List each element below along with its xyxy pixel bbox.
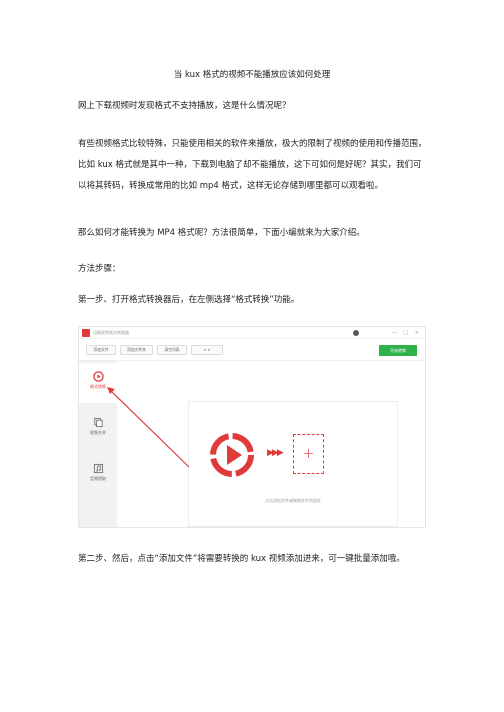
plus-icon: + <box>302 446 315 462</box>
app-titlebar: 迅捷视频格式转换器 — □ × <box>79 327 425 339</box>
sidebar-item-label: 格式转换 <box>90 384 106 389</box>
add-folder-button[interactable]: 添加文件夹 <box>120 345 153 355</box>
app-sidebar: 格式转换 视频合并 音频提取 <box>79 361 117 527</box>
document-page: 当 kux 格式的视频不能播放应该如何处理 网上下载视频时发现格式不支持播放，这… <box>0 0 504 712</box>
close-button[interactable]: × <box>415 329 419 337</box>
sidebar-item-format-convert[interactable]: 格式转换 <box>79 363 117 403</box>
doc-title: 当 kux 格式的视频不能播放应该如何处理 <box>173 70 331 80</box>
sort-button[interactable]: ∧ ∨ <box>191 345 223 355</box>
paragraph-2: 有些视频格式比较特殊，只能使用相关的软件来播放，极大的限制了视频的使用和传播范围… <box>78 139 427 191</box>
app-screenshot: 迅捷视频格式转换器 — □ × 添加文件 添加文件夹 清空列表 ∧ ∨ 开始转换… <box>78 326 426 528</box>
dropzone-hint: 点击添加文件或拖拽文件到此处 <box>265 498 321 503</box>
paragraph-5: 第一步、打开格式转换器后，在左侧选择“格式转换”功能。 <box>78 295 300 305</box>
file-dropzone[interactable]: ▶▶▶ + 点击添加文件或拖拽文件到此处 <box>188 401 398 527</box>
paragraph-3: 那么如何才能转换为 MP4 格式呢？方法很简单，下面小编就来为大家介绍。 <box>78 228 365 238</box>
maximize-button[interactable]: □ <box>403 329 408 337</box>
music-note-icon <box>93 463 103 474</box>
sidebar-item-label: 视频合并 <box>90 430 106 435</box>
paragraph-6: 第二步、然后，点击“添加文件”将需要转换的 kux 视频添加进来，可一键批量添加… <box>78 554 405 564</box>
clear-list-button[interactable]: 清空列表 <box>157 345 187 355</box>
sidebar-item-label: 音频提取 <box>90 476 106 481</box>
app-name: 迅捷视频格式转换器 <box>93 330 129 335</box>
merge-icon <box>93 417 103 428</box>
arrow-right-icon: ▶▶▶ <box>267 448 284 458</box>
sidebar-item-video-merge[interactable]: 视频合并 <box>79 409 117 449</box>
convert-logo-icon <box>210 433 254 477</box>
minimize-button[interactable]: — <box>392 329 397 337</box>
paragraph-4: 方法步骤： <box>78 264 121 274</box>
sidebar-item-audio-extract[interactable]: 音频提取 <box>79 455 117 495</box>
user-avatar-icon[interactable] <box>353 330 359 336</box>
start-convert-button[interactable]: 开始转换 <box>379 345 417 356</box>
paragraph-1: 网上下载视频时发现格式不支持播放，这是什么情况呢？ <box>78 101 291 111</box>
app-logo-icon <box>82 329 90 337</box>
app-toolbar: 添加文件 添加文件夹 清空列表 ∧ ∨ 开始转换 <box>79 339 425 361</box>
add-file-box[interactable]: + <box>293 434 324 474</box>
add-file-button[interactable]: 添加文件 <box>86 345 116 355</box>
play-circle-icon <box>92 371 104 382</box>
